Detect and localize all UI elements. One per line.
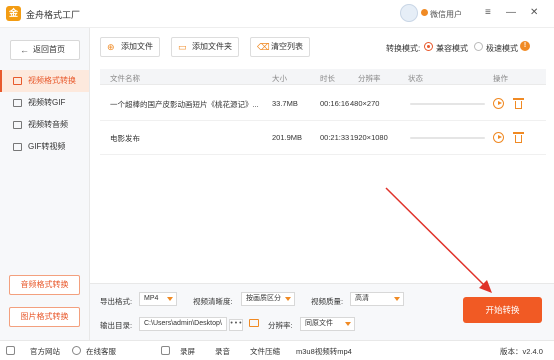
sidebar-item-gif-to-video[interactable]: GIF转视频	[0, 136, 89, 158]
clear-icon: ⌫	[257, 42, 270, 52]
add-folder-label: 添加文件夹	[192, 42, 232, 51]
sidebar-item-video-format[interactable]: 视频格式转换	[0, 70, 89, 92]
video-icon	[13, 77, 22, 85]
chevron-down-icon	[167, 297, 173, 301]
annotation-arrow-line	[385, 187, 487, 288]
col-status: 状态	[408, 74, 423, 83]
home-icon	[6, 346, 15, 355]
quality-select[interactable]: 高清	[350, 292, 404, 306]
progress-bar	[410, 103, 485, 105]
file-duration: 00:16:16	[320, 99, 350, 108]
support-icon	[72, 346, 81, 355]
sidebar-item-label: 视频转音频	[28, 120, 68, 129]
clarity-value: 按画质区分	[246, 295, 281, 302]
mode-label: 转换模式:	[386, 44, 421, 53]
sidebar-item-label: GIF转视频	[28, 142, 66, 151]
table-header: 文件名称 大小 时长 分辨率 状态 操作	[100, 69, 546, 85]
image-format-button[interactable]: 图片格式转换	[9, 307, 80, 327]
app-logo-icon: 金	[6, 6, 21, 21]
back-home-button[interactable]: ← 返回首页	[10, 40, 80, 60]
play-icon[interactable]	[493, 132, 504, 143]
output-dir-input[interactable]: C:\Users\admin\Desktop\	[139, 317, 227, 331]
audio-icon	[13, 121, 22, 129]
gif-icon	[13, 99, 22, 107]
col-filename: 文件名称	[110, 74, 140, 83]
open-folder-icon[interactable]	[249, 319, 259, 327]
compat-mode-label[interactable]: 兼容模式	[436, 43, 468, 54]
resolution-value: 同原文件	[305, 320, 333, 327]
progress-bar	[410, 137, 485, 139]
export-format-value: MP4	[144, 295, 159, 302]
film-icon	[13, 143, 22, 151]
user-name[interactable]: 微信用户	[430, 9, 462, 20]
add-file-button[interactable]: ⊕ 添加文件	[100, 37, 160, 57]
file-name: 电影发布	[110, 134, 140, 143]
sidebar-item-label: 视频转GIF	[28, 98, 66, 107]
resolution-label: 分辨率:	[268, 321, 293, 330]
resolution-select[interactable]: 同原文件	[300, 317, 355, 331]
browse-button[interactable]: • • •	[229, 319, 243, 331]
plus-icon: ⊕	[107, 42, 115, 52]
clear-list-button[interactable]: ⌫ 清空列表	[250, 37, 310, 57]
clarity-label: 视频清晰度:	[193, 297, 233, 306]
support-link[interactable]: 在线客服	[86, 346, 116, 357]
col-resolution: 分辨率	[358, 74, 381, 83]
file-size: 33.7MB	[272, 99, 298, 108]
trash-icon[interactable]	[513, 98, 524, 109]
record-icon	[161, 346, 170, 355]
chevron-down-icon	[285, 297, 291, 301]
info-icon[interactable]: !	[520, 41, 530, 51]
m3u8-link[interactable]: m3u8视频转mp4	[296, 346, 352, 357]
app-title: 金舟格式工厂	[26, 10, 81, 20]
table-row[interactable]: 一个超棒的国产皮影动画短片《桃花源记》... 33.7MB 00:16:16 4…	[100, 87, 546, 121]
audio-format-button[interactable]: 音频格式转换	[9, 275, 80, 295]
chevron-down-icon	[394, 297, 400, 301]
output-dir-label: 输出目录:	[100, 321, 133, 330]
file-resolution: 480×270	[350, 99, 380, 108]
col-duration: 时长	[320, 74, 335, 83]
close-button[interactable]: ✕	[530, 7, 538, 19]
file-duration: 00:21:33	[320, 133, 350, 142]
sidebar: ← 返回首页 视频格式转换 视频转GIF 视频转音频 GIF转视频 音频格式转换…	[0, 28, 90, 340]
play-icon[interactable]	[493, 98, 504, 109]
sidebar-item-video-to-gif[interactable]: 视频转GIF	[0, 92, 89, 114]
col-size: 大小	[272, 74, 287, 83]
file-name: 一个超棒的国产皮影动画短片《桃花源记》...	[110, 100, 259, 109]
export-format-select[interactable]: MP4	[139, 292, 177, 306]
sidebar-item-label: 视频格式转换	[28, 76, 76, 85]
title-bar: 金 金舟格式工厂 微信用户 ≡ — ✕	[0, 0, 554, 28]
quality-label: 视频质量:	[311, 297, 344, 306]
user-avatar[interactable]	[400, 4, 418, 22]
add-file-label: 添加文件	[121, 42, 153, 51]
add-folder-button[interactable]: ▭ 添加文件夹	[171, 37, 239, 57]
quality-value: 高清	[355, 295, 369, 302]
status-bar: 官方网站 在线客服 录屏 录音 文件压缩 m3u8视频转mp4 版本：v2.4.…	[0, 340, 554, 360]
fast-mode-label[interactable]: 极速模式	[486, 43, 518, 54]
sidebar-item-video-to-audio[interactable]: 视频转音频	[0, 114, 89, 136]
col-actions: 操作	[493, 74, 508, 83]
file-resolution: 1920×1080	[350, 133, 388, 142]
fast-mode-radio[interactable]	[474, 42, 483, 51]
record-link[interactable]: 录屏	[180, 346, 195, 357]
menu-icon[interactable]: ≡	[485, 7, 491, 19]
back-arrow-icon: ←	[20, 45, 29, 55]
minimize-button[interactable]: —	[506, 7, 516, 19]
export-format-label: 导出格式:	[100, 297, 133, 306]
chevron-down-icon	[345, 322, 351, 326]
audio-record-link[interactable]: 录音	[215, 346, 230, 357]
back-home-label: 返回首页	[33, 45, 65, 54]
clarity-select[interactable]: 按画质区分	[241, 292, 295, 306]
folder-icon: ▭	[178, 42, 187, 52]
trash-icon[interactable]	[513, 132, 524, 143]
website-link[interactable]: 官方网站	[30, 346, 60, 357]
table-row[interactable]: 电影发布 201.9MB 00:21:33 1920×1080	[100, 121, 546, 155]
file-compress-link[interactable]: 文件压缩	[250, 346, 280, 357]
version-label: 版本：v2.4.0	[500, 347, 543, 356]
file-size: 201.9MB	[272, 133, 303, 142]
clear-list-label: 清空列表	[271, 42, 303, 51]
wechat-icon	[421, 9, 428, 16]
compat-mode-radio[interactable]	[424, 42, 433, 51]
start-convert-button[interactable]: 开始转换	[463, 297, 542, 323]
